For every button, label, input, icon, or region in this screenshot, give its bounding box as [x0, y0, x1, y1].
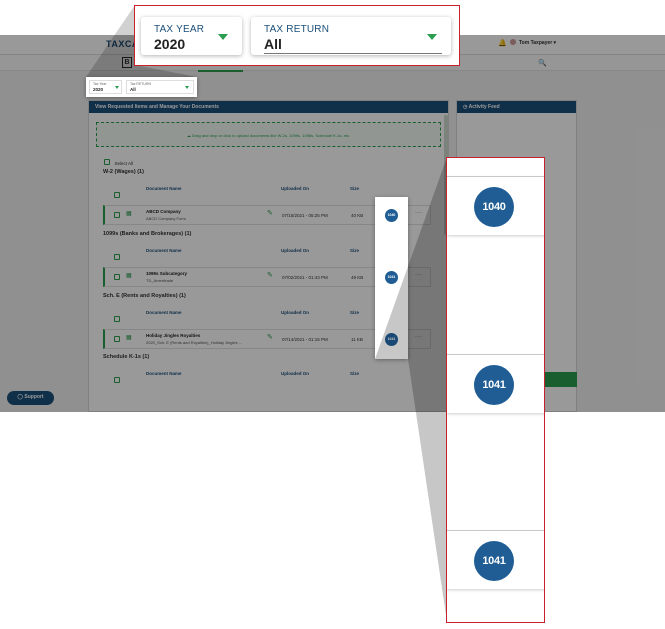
caret-down-icon	[427, 34, 437, 40]
filter-zoom-callout: TAX YEAR 2020 TAX RETURN All	[134, 5, 460, 66]
zoom-row: 1041	[447, 355, 544, 413]
zoom-row: 1040	[447, 177, 544, 235]
tax-return-label: TAX RETURN	[264, 24, 330, 35]
zoom-row: 1041	[447, 531, 544, 589]
right-zoom-cone	[375, 157, 447, 622]
form-badge-large[interactable]: 1040	[474, 187, 514, 227]
select-underline	[264, 53, 442, 54]
form-badge-large[interactable]: 1041	[474, 541, 514, 581]
tax-year-label: TAX YEAR	[154, 24, 205, 35]
tax-return-value: All	[264, 36, 282, 52]
caret-down-icon	[218, 34, 228, 40]
badge-zoom-callout: 1040 1041 1041	[446, 157, 545, 623]
form-badge-large[interactable]: 1041	[474, 365, 514, 405]
zoom-connectors	[86, 5, 447, 622]
tax-year-select[interactable]: TAX YEAR 2020	[141, 17, 242, 55]
tax-return-select[interactable]: TAX RETURN All	[251, 17, 451, 55]
tax-year-value: 2020	[154, 36, 186, 52]
